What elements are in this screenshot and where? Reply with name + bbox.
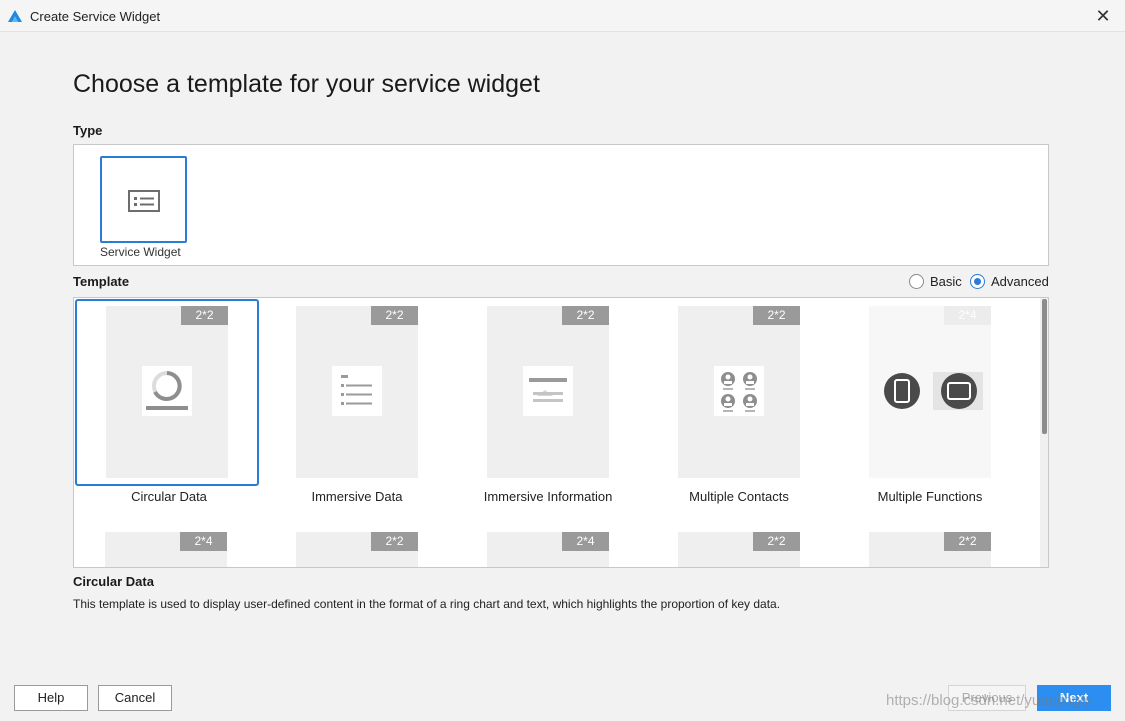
template-card-row2-5[interactable]: 2*2 (838, 525, 1022, 567)
cancel-button[interactable]: Cancel (98, 685, 172, 711)
template-card-row2-2[interactable]: 2*2 (265, 525, 449, 567)
title-bar: Create Service Widget ✕ (0, 0, 1125, 32)
size-badge: 2*4 (944, 306, 991, 325)
help-button[interactable]: Help (14, 685, 88, 711)
template-grid: 2*2 Circular Data 2*2 Immersive Data 2*2… (73, 297, 1049, 568)
template-card-label: Multiple Contacts (689, 489, 789, 504)
template-card-multiple-functions[interactable]: 2*4 Multiple Functions (838, 299, 1022, 504)
widget-list-icon (128, 190, 160, 212)
template-preview: 2*2 (678, 306, 800, 478)
type-panel: Service Widget (73, 144, 1049, 266)
contacts-grid-icon (714, 366, 764, 416)
size-badge: 2*2 (562, 306, 609, 325)
vertical-scrollbar[interactable] (1040, 298, 1048, 567)
description-title: Circular Data (73, 574, 154, 589)
template-card-row2-3[interactable]: 2*4 (456, 525, 640, 567)
window-title: Create Service Widget (30, 9, 161, 24)
size-badge: 2*2 (753, 306, 800, 325)
template-preview: 2*2 (678, 532, 800, 567)
template-preview: 2*4 (869, 306, 991, 478)
template-card-row2-1[interactable]: 2*4 (74, 525, 258, 567)
page-title: Choose a template for your service widge… (73, 70, 540, 98)
size-badge: 2*4 (180, 532, 227, 551)
size-badge: 2*2 (371, 532, 418, 551)
template-preview: 2*2 (296, 306, 418, 478)
radio-basic-label: Basic (930, 274, 962, 289)
type-card-label: Service Widget (100, 245, 181, 259)
template-preview: 2*2 (869, 532, 991, 567)
template-card-label: Multiple Functions (877, 489, 983, 504)
list-lines-icon (332, 366, 382, 416)
close-button[interactable]: ✕ (1093, 5, 1113, 27)
size-badge: 2*2 (371, 306, 418, 325)
devices-icon (877, 370, 985, 412)
scrollbar-thumb[interactable] (1042, 299, 1047, 434)
type-section-label: Type (73, 123, 103, 138)
radio-basic-circle[interactable] (909, 274, 924, 289)
template-mode-group: Basic Advanced (909, 273, 1049, 291)
template-preview: 2*4 (105, 532, 227, 567)
template-card-immersive-data[interactable]: 2*2 Immersive Data (265, 299, 449, 504)
watermark: https://blog.csdn.net/yuanjingly (886, 692, 1092, 709)
size-badge: 2*2 (181, 306, 228, 325)
template-card-label: Immersive Data (311, 489, 403, 504)
template-card-circular-data[interactable]: 2*2 Circular Data (75, 299, 259, 504)
type-card-service-widget[interactable] (100, 156, 187, 243)
template-preview: 2*2 (487, 306, 609, 478)
ring-chart-icon (142, 366, 192, 416)
template-card-label: Immersive Information (483, 489, 613, 504)
template-card-row2-4[interactable]: 2*2 (647, 525, 831, 567)
radio-advanced-label: Advanced (991, 274, 1049, 289)
template-card-immersive-information[interactable]: 2*2 Immersive Information (456, 299, 640, 504)
template-card-multiple-contacts[interactable]: 2*2 Multiple Contacts (647, 299, 831, 504)
size-badge: 2*4 (562, 532, 609, 551)
size-badge: 2*2 (753, 532, 800, 551)
template-section-label: Template (73, 274, 130, 289)
harmony-logo-icon (8, 10, 22, 22)
template-preview: 2*2 (296, 532, 418, 567)
size-badge: 2*2 (944, 532, 991, 551)
image-text-icon (523, 366, 573, 416)
description-text: This template is used to display user-de… (73, 597, 781, 611)
template-preview: 2*4 (487, 532, 609, 567)
template-preview: 2*2 (106, 306, 228, 478)
radio-advanced-circle[interactable] (970, 274, 985, 289)
template-card-label: Circular Data (131, 489, 207, 504)
